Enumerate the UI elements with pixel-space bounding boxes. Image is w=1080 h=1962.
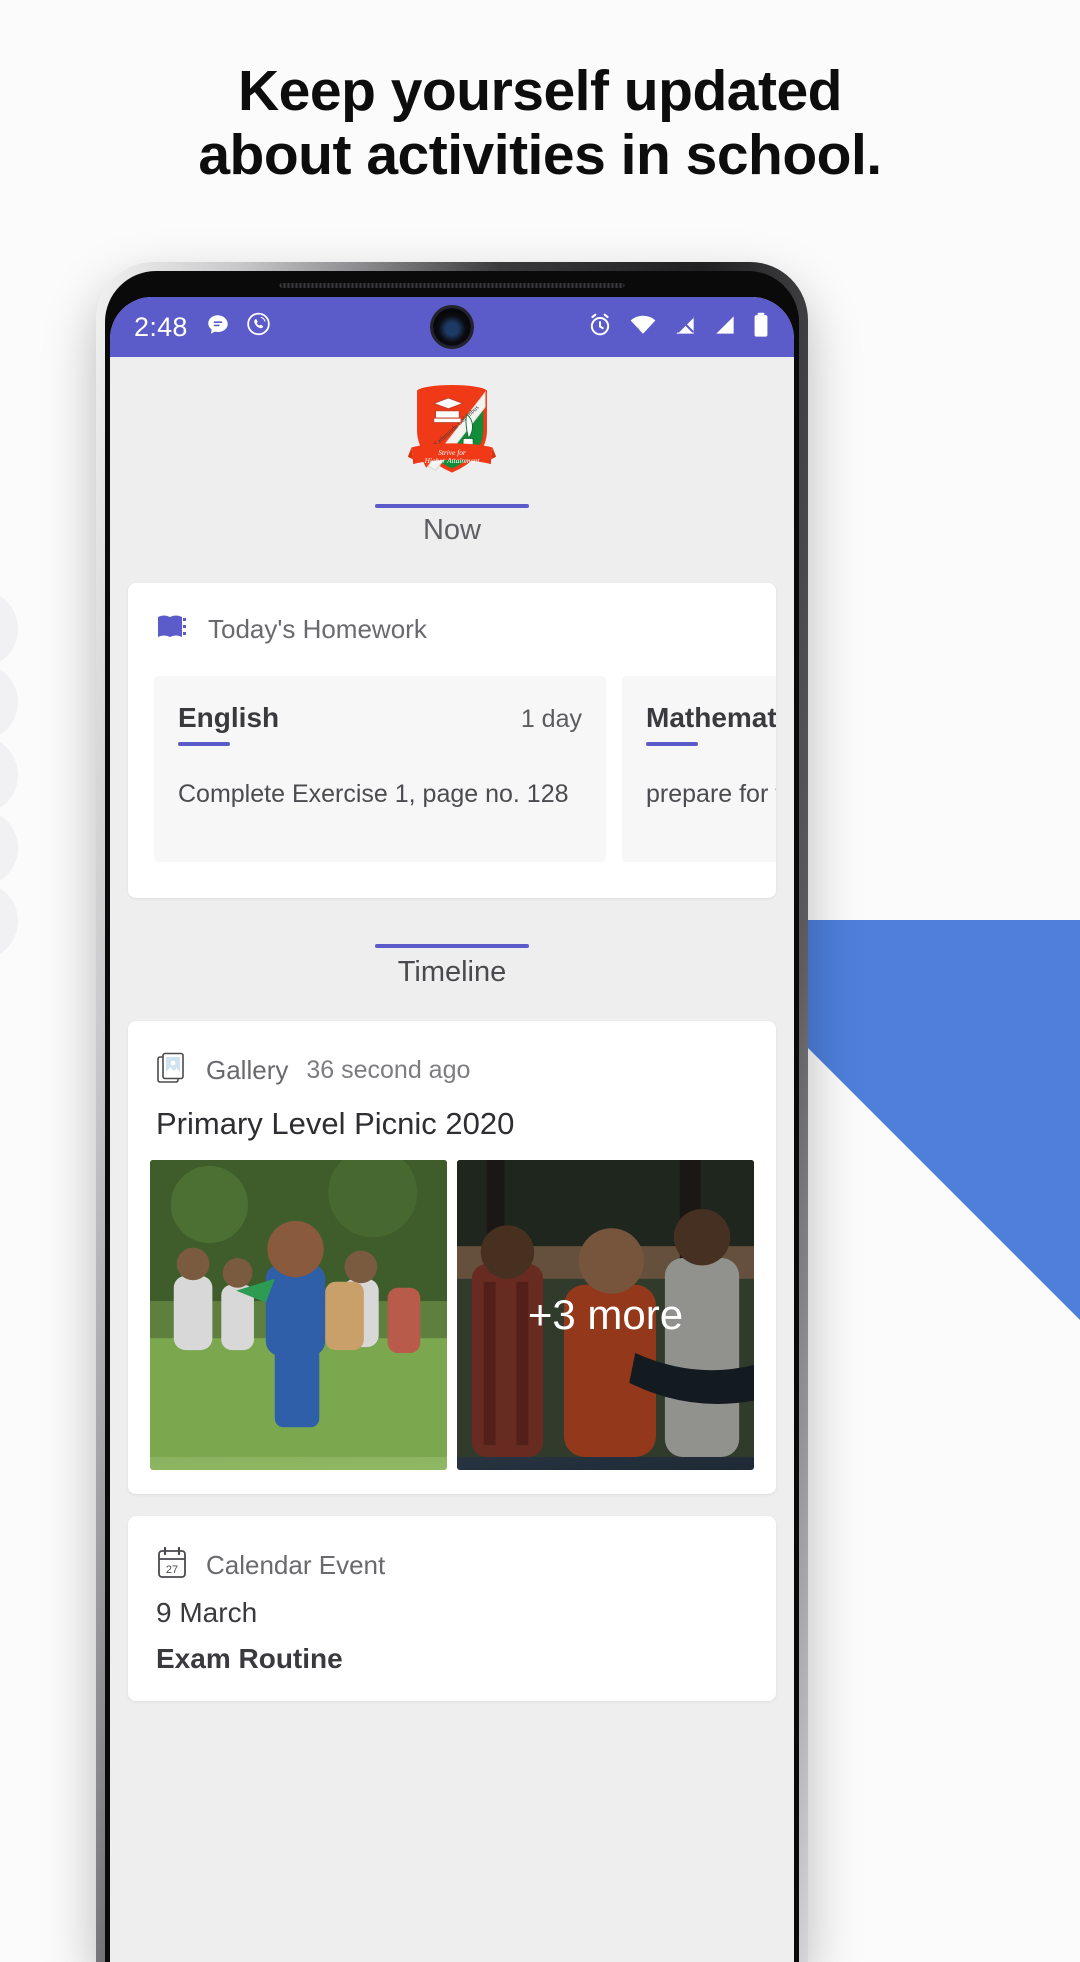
promo-headline-line1: Keep yourself updated — [238, 59, 842, 123]
viber-icon — [245, 311, 272, 343]
svg-text:Higher Attainment: Higher Attainment — [424, 456, 481, 465]
status-bar: 2:48 — [110, 297, 794, 357]
calendar-event-card[interactable]: 27 Calendar Event 9 March Exam Routine — [128, 1516, 776, 1701]
tab-timeline-label: Timeline — [397, 956, 507, 988]
tab-now-indicator — [375, 504, 529, 508]
tab-timeline[interactable]: Timeline — [110, 944, 794, 999]
gallery-photo[interactable]: +3 more — [457, 1160, 754, 1470]
gallery-icon — [156, 1051, 188, 1090]
homework-subject: English — [178, 702, 280, 733]
signal-icon — [712, 312, 738, 343]
promo-headline-line2: about activities in school. — [198, 122, 882, 187]
book-icon — [156, 613, 190, 646]
gallery-photo[interactable] — [150, 1160, 447, 1470]
gallery-post-header: Gallery 36 second ago — [128, 1021, 776, 1096]
school-crest-logo: Kathmandu Columbus Strive for Higher Att… — [406, 383, 498, 484]
message-icon — [205, 312, 231, 343]
homework-card-header: Today's Homework — [128, 583, 776, 652]
homework-item[interactable]: Mathematic prepare for te — [622, 676, 776, 862]
status-bar-clock: 2:48 — [134, 311, 188, 342]
gallery-post-title: Primary Level Picnic 2020 — [156, 1106, 515, 1141]
status-bar-system-icons — [586, 311, 770, 344]
wifi-icon — [628, 311, 658, 344]
gallery-post-source: Gallery — [206, 1055, 289, 1085]
gallery-photo-grid: +3 more — [128, 1160, 776, 1494]
battery-icon — [752, 311, 770, 344]
tab-now[interactable]: Now — [110, 504, 794, 561]
alarm-icon — [586, 311, 614, 344]
phone-frame: 2:48 Kathmandu Columbus Strive for Highe… — [96, 262, 808, 1962]
homework-card-title: Today's Homework — [208, 614, 427, 644]
promo-headline: Keep yourself updated about activities i… — [0, 59, 1080, 188]
background-dot-column — [0, 590, 18, 960]
signal-muted-icon — [672, 312, 698, 343]
background-dot — [0, 736, 18, 814]
homework-items-scroller[interactable]: English 1 day Complete Exercise 1, page … — [128, 652, 776, 898]
phone-mockup: 2:48 Kathmandu Columbus Strive for Highe… — [96, 262, 808, 1962]
gallery-more-overlay[interactable]: +3 more — [457, 1160, 754, 1470]
calendar-icon: 27 — [156, 1546, 188, 1585]
calendar-post-date: 9 March — [156, 1597, 258, 1628]
phone-earpiece-speaker — [279, 283, 625, 288]
phone-bezel: 2:48 Kathmandu Columbus Strive for Highe… — [105, 271, 799, 1962]
todays-homework-card[interactable]: Today's Homework English 1 day Complete … — [128, 583, 776, 898]
homework-due: 1 day — [520, 705, 582, 733]
phone-screen: 2:48 Kathmandu Columbus Strive for Highe… — [110, 297, 794, 1962]
homework-item[interactable]: English 1 day Complete Exercise 1, page … — [154, 676, 606, 862]
tab-timeline-indicator — [375, 944, 529, 948]
calendar-post-event: Exam Routine — [156, 1643, 343, 1674]
school-logo-header: Kathmandu Columbus Strive for Higher Att… — [110, 357, 794, 490]
gallery-more-label: +3 more — [527, 1291, 684, 1338]
app-content: Kathmandu Columbus Strive for Higher Att… — [110, 357, 794, 1962]
homework-description: prepare for te — [646, 780, 776, 808]
background-dot — [0, 809, 18, 887]
background-dot — [0, 590, 18, 668]
svg-text:27: 27 — [166, 1564, 178, 1576]
status-bar-notification-icons — [205, 311, 272, 343]
tab-now-label: Now — [422, 514, 481, 546]
gallery-post-card[interactable]: Gallery 36 second ago Primary Level Picn… — [128, 1021, 776, 1494]
background-dot — [0, 882, 18, 960]
calendar-post-source: Calendar Event — [206, 1550, 386, 1580]
calendar-post-header: 27 Calendar Event — [128, 1516, 776, 1591]
homework-subject-underline — [646, 742, 698, 746]
homework-subject: Mathematic — [646, 702, 776, 733]
homework-description: Complete Exercise 1, page no. 128 — [178, 780, 569, 808]
homework-subject-underline — [178, 742, 230, 746]
front-camera-punch-hole — [433, 308, 471, 346]
gallery-post-time: 36 second ago — [306, 1056, 471, 1084]
background-dot — [0, 663, 18, 741]
